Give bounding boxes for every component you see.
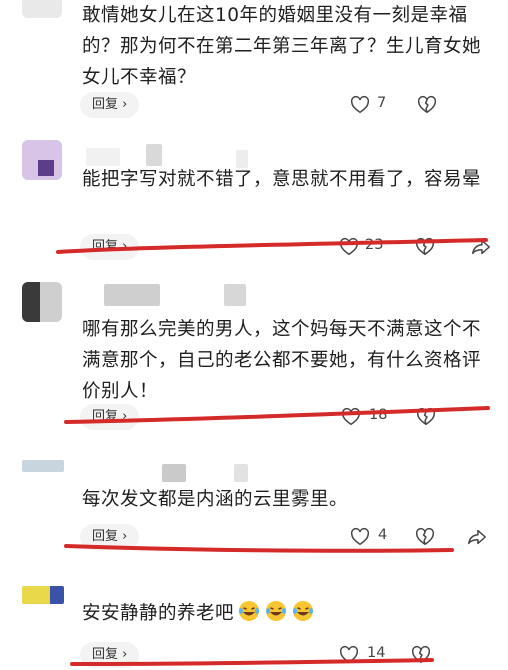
like-count: 14 (367, 645, 386, 661)
username[interactable] (162, 464, 186, 482)
reply-button[interactable]: 回复 › (80, 234, 140, 260)
username[interactable] (104, 284, 160, 306)
username-part (234, 464, 248, 482)
broken-heart-icon[interactable] (416, 94, 438, 116)
like-count: 18 (369, 407, 388, 423)
reply-button[interactable]: 回复 › (80, 404, 140, 430)
comment-actions: 回复 › 4 (0, 524, 508, 550)
avatar-blue (50, 586, 64, 604)
heart-outline-icon[interactable] (349, 526, 371, 548)
broken-heart-icon[interactable] (414, 236, 436, 258)
comment-text-content: 安安静静的养老吧 (82, 603, 235, 624)
reply-label: 回复 (92, 239, 119, 254)
reply-label: 回复 (92, 97, 119, 112)
comment-actions: 回复 › 7 (0, 92, 508, 118)
comment-text: 能把字写对就不错了，意思就不用看了，容易晕 (82, 169, 482, 190)
laugh-cry-emoji-icon (239, 601, 260, 621)
broken-heart-icon[interactable] (410, 644, 432, 666)
username-part (224, 284, 246, 306)
comment-actions: 回复 › 14 (0, 642, 508, 668)
share-arrow-icon[interactable] (470, 236, 492, 258)
share-arrow-icon[interactable] (466, 526, 488, 548)
avatar[interactable] (22, 140, 62, 180)
comment-actions: 回复 › 23 (0, 234, 508, 260)
avatar[interactable] (22, 460, 64, 472)
heart-outline-icon[interactable] (340, 406, 362, 428)
reply-button[interactable]: 回复 › (80, 524, 140, 550)
reply-label: 回复 (92, 409, 119, 424)
comment-actions: 回复 › 18 (0, 404, 508, 430)
heart-outline-icon[interactable] (338, 644, 360, 666)
like-count: 4 (378, 527, 388, 543)
reply-label: 回复 (92, 647, 119, 662)
comment-text: 敢情她女儿在这10年的婚姻里没有一刻是幸福的？那为何不在第二年第三年离了？生儿育… (82, 5, 482, 88)
avatar[interactable] (22, 282, 62, 322)
username-part (146, 144, 162, 166)
reply-button[interactable]: 回复 › (80, 92, 140, 118)
avatar[interactable] (22, 586, 64, 604)
reply-button[interactable]: 回复 › (80, 642, 140, 668)
avatar-glyph (38, 160, 54, 176)
heart-outline-icon[interactable] (349, 94, 371, 116)
comment-text: 哪有那么完美的男人，这个妈每天不满意这个不满意那个，自己的老公都不要她，有什么资… (82, 319, 482, 402)
like-count: 7 (377, 95, 387, 111)
avatar[interactable] (22, 0, 62, 18)
broken-heart-icon[interactable] (415, 406, 437, 428)
comment-text: 安安静静的养老吧 (82, 598, 502, 629)
reply-label: 回复 (92, 529, 119, 544)
like-count: 23 (365, 237, 384, 253)
avatar-dark (22, 282, 40, 322)
laugh-cry-emoji-icon (293, 601, 314, 621)
comment-text: 每次发文都是内涵的云里雾里。 (82, 489, 349, 510)
broken-heart-icon[interactable] (414, 526, 436, 548)
heart-outline-icon[interactable] (338, 236, 360, 258)
laugh-cry-emoji-icon (266, 601, 287, 621)
